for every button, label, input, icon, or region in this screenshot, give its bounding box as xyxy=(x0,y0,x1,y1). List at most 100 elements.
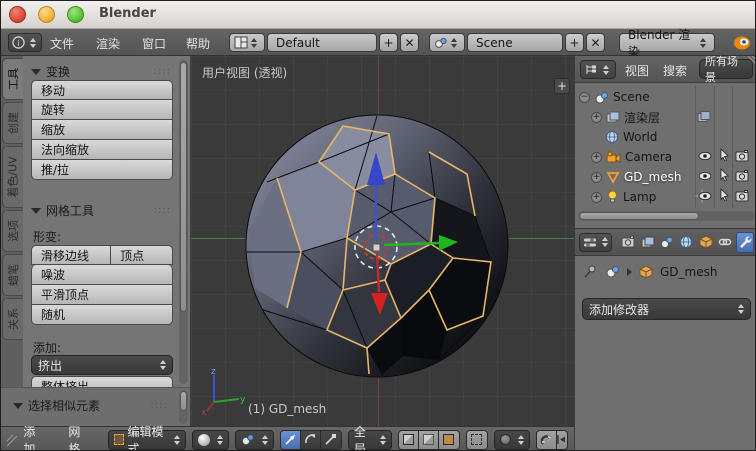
button-rotate[interactable]: 旋转 xyxy=(31,100,173,120)
panel-header-mesh-tools[interactable]: 网格工具 :::: xyxy=(31,202,171,219)
button-randomize[interactable]: 随机 xyxy=(31,305,173,325)
outliner-menu-search[interactable]: 搜索 xyxy=(663,62,687,79)
button-noise[interactable]: 噪波 xyxy=(31,265,173,285)
outliner-row-camera[interactable]: + Camera xyxy=(591,147,755,167)
button-smooth-vertex[interactable]: 平滑顶点 xyxy=(31,285,173,305)
outliner-row-gd-mesh[interactable]: + GD_mesh xyxy=(591,167,755,187)
selectability-cursor-icon[interactable] xyxy=(717,148,731,162)
props-tab-constraints[interactable] xyxy=(717,232,734,253)
scene-icon[interactable] xyxy=(605,265,620,278)
tab-shading-uv[interactable]: 着色/UV xyxy=(2,146,23,208)
mode-dropdown[interactable]: 编辑模式 xyxy=(108,425,186,450)
render-layer-toggle-icon[interactable] xyxy=(697,110,711,124)
props-tab-scene[interactable] xyxy=(658,232,675,253)
tab-tools[interactable]: 工具 xyxy=(2,58,23,100)
panel-drag-dots-icon[interactable]: :::: xyxy=(154,205,171,216)
selectability-cursor-icon[interactable] xyxy=(717,168,731,182)
snap-element-button[interactable] xyxy=(556,430,567,449)
manipulator-scale-button[interactable] xyxy=(320,430,341,449)
collapse-expander-icon[interactable]: + xyxy=(591,191,602,203)
editor-type-info-button[interactable]: i xyxy=(8,33,42,52)
area-resize-corner-icon[interactable] xyxy=(745,56,756,68)
transform-orientation-dropdown[interactable]: 全局 xyxy=(347,425,392,450)
props-tab-modifiers[interactable] xyxy=(736,231,754,253)
area-resize-corner-icon[interactable] xyxy=(7,432,18,448)
tab-create[interactable]: 创建 xyxy=(2,102,23,144)
viewport-3d[interactable]: 用户视图 (透视) (1) GD_mesh z y x + xyxy=(191,56,574,426)
tab-options[interactable]: 选项 xyxy=(2,210,23,252)
outliner-horizontal-scrollbar[interactable] xyxy=(578,211,755,221)
menu-mesh[interactable]: 网格 xyxy=(68,423,89,451)
outliner-row-lamp[interactable]: + Lamp xyxy=(591,187,755,207)
mesh-object-gd-mesh[interactable] xyxy=(243,112,511,380)
outliner-row-scene[interactable]: − Scene xyxy=(579,87,754,107)
scene-delete-button[interactable]: ✕ xyxy=(586,33,605,52)
render-engine-dropdown[interactable]: Blender 渲染 xyxy=(619,28,715,59)
selectability-cursor-icon[interactable] xyxy=(717,188,731,202)
tool-shelf-scrollbar[interactable] xyxy=(179,60,188,384)
props-tab-world[interactable] xyxy=(678,232,695,253)
select-similar-scrollbar[interactable] xyxy=(179,390,188,424)
visibility-eye-icon[interactable] xyxy=(698,149,712,163)
window-maximize-button[interactable] xyxy=(67,6,84,23)
button-extrude-individual[interactable]: 整体挤出 xyxy=(31,376,173,387)
pin-icon[interactable] xyxy=(583,264,598,279)
visibility-eye-icon[interactable] xyxy=(698,169,712,183)
collapse-expander-icon[interactable]: + xyxy=(591,151,602,163)
panel-header-transform[interactable]: 变换 :::: xyxy=(31,63,171,80)
limit-selection-visible-button[interactable] xyxy=(466,430,487,449)
editor-type-outliner-button[interactable] xyxy=(580,60,616,79)
panel-drag-dots-icon[interactable]: :::: xyxy=(151,400,168,411)
props-tab-object[interactable] xyxy=(697,232,714,253)
renderability-camera-icon[interactable] xyxy=(735,149,749,163)
add-modifier-dropdown[interactable]: 添加修改器 xyxy=(582,298,751,320)
collapse-expander-icon[interactable]: − xyxy=(579,91,590,103)
expand-properties-region-button[interactable]: + xyxy=(554,78,570,94)
button-slide-edge[interactable]: 滑移边线 xyxy=(31,245,112,265)
collapse-expander-icon[interactable]: + xyxy=(591,111,602,123)
screen-layout-icon-button[interactable] xyxy=(229,33,265,52)
outliner-row-render-layers[interactable]: + 渲染层 xyxy=(591,107,755,127)
menu-add[interactable]: 添加 xyxy=(23,423,44,451)
panel-header-select-similar[interactable]: 选择相似元素 :::: xyxy=(13,397,168,414)
face-select-button[interactable] xyxy=(438,430,459,449)
edge-select-button[interactable] xyxy=(418,430,439,449)
renderability-camera-icon[interactable] xyxy=(735,169,749,183)
button-push-pull[interactable]: 推/拉 xyxy=(31,160,173,180)
screen-layout-delete-button[interactable]: ✕ xyxy=(400,33,419,52)
menu-help[interactable]: 帮助 xyxy=(186,35,210,52)
vertex-select-button[interactable] xyxy=(398,430,419,449)
scene-name-field[interactable]: Scene xyxy=(467,33,563,52)
object-cube-icon[interactable] xyxy=(639,264,653,279)
tab-relations[interactable]: 关系 xyxy=(2,298,23,340)
renderability-camera-icon[interactable] xyxy=(735,189,749,203)
area-resize-corner-icon[interactable] xyxy=(560,57,573,70)
window-minimize-button[interactable] xyxy=(38,6,55,23)
panel-drag-dots-icon[interactable]: :::: xyxy=(154,66,171,77)
menu-render[interactable]: 渲染 xyxy=(96,35,120,52)
editor-type-properties-button[interactable] xyxy=(579,232,612,252)
tab-grease-pencil[interactable]: 蜡笔 xyxy=(2,254,23,296)
menu-file[interactable]: 文件 xyxy=(50,35,74,52)
button-shrink-fatten[interactable]: 法向缩放 xyxy=(31,140,173,160)
proportional-edit-dropdown[interactable] xyxy=(493,429,530,450)
pivot-point-dropdown[interactable] xyxy=(235,429,274,450)
viewport-shading-dropdown[interactable] xyxy=(192,429,229,450)
breadcrumb-object-name[interactable]: GD_mesh xyxy=(660,265,717,279)
visibility-eye-icon[interactable] xyxy=(698,189,712,203)
manipulator-translate-button[interactable] xyxy=(281,430,301,449)
scene-add-button[interactable]: + xyxy=(565,33,584,52)
snap-toggle-button[interactable] xyxy=(536,430,557,449)
scene-selector-icon-button[interactable] xyxy=(429,33,465,52)
collapse-expander-icon[interactable]: + xyxy=(591,171,602,183)
button-translate[interactable]: 移动 xyxy=(31,80,173,100)
outliner-row-world[interactable]: World xyxy=(605,127,755,147)
props-tab-render[interactable] xyxy=(619,232,636,253)
screen-layout-name-field[interactable]: Default xyxy=(267,33,377,52)
manipulator-rotate-button[interactable] xyxy=(300,430,321,449)
extrude-dropdown[interactable]: 挤出 xyxy=(31,355,173,375)
button-scale[interactable]: 缩放 xyxy=(31,120,173,140)
screen-layout-add-button[interactable]: + xyxy=(379,33,398,52)
window-close-button[interactable] xyxy=(9,6,26,23)
outliner-menu-view[interactable]: 视图 xyxy=(625,62,649,79)
